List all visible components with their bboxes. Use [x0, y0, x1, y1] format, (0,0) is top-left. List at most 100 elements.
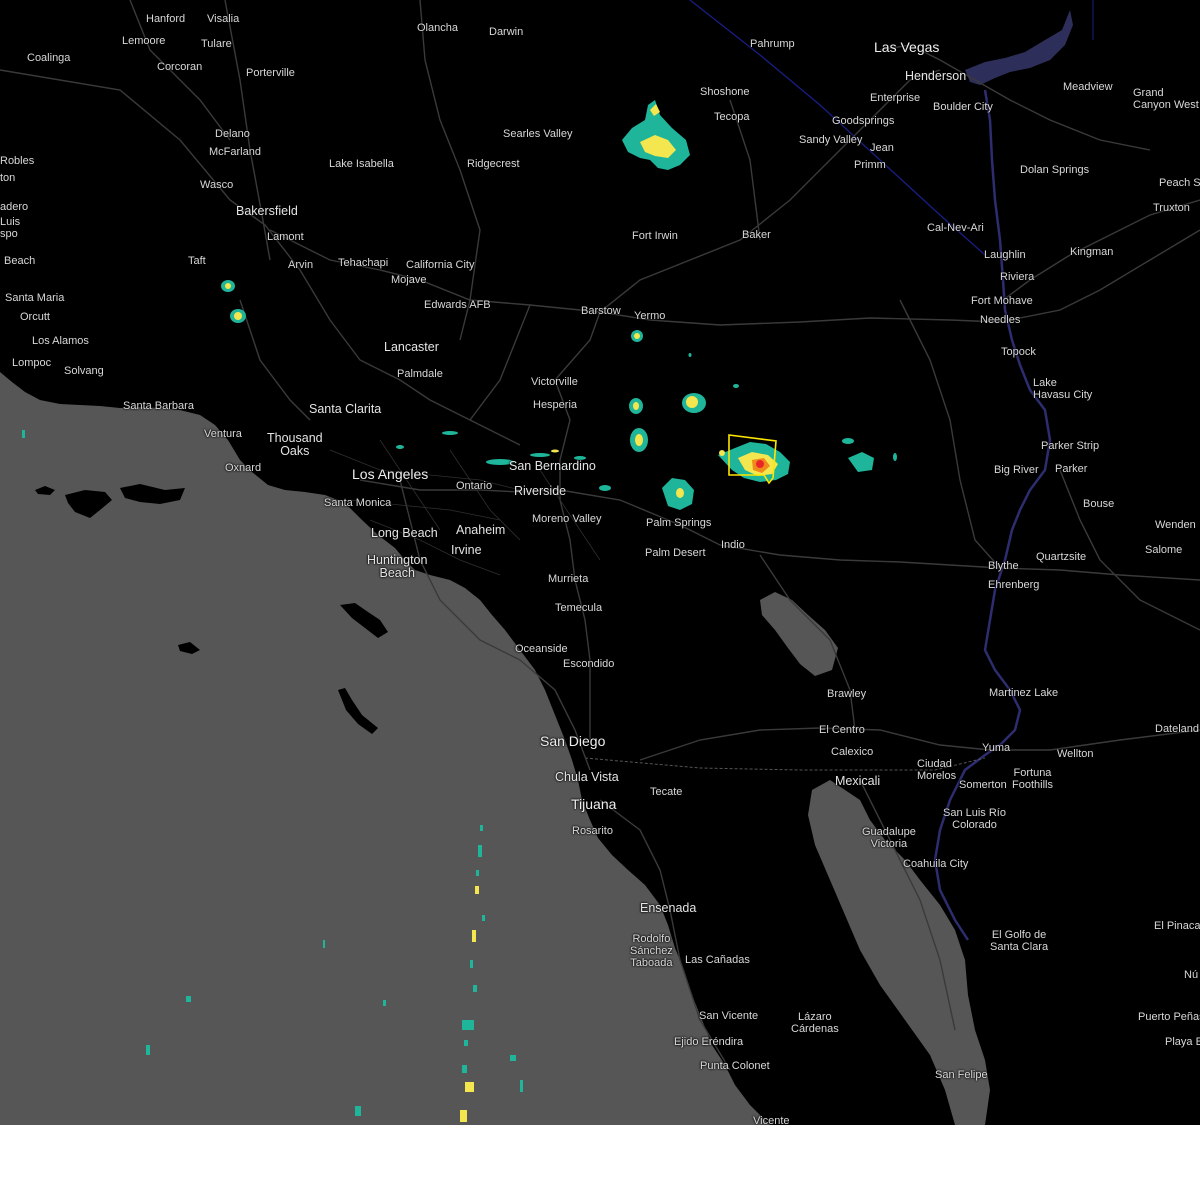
place-label: Needles	[980, 314, 1021, 326]
place-label: Dolan Springs	[1020, 164, 1090, 176]
place-label: Jean	[870, 142, 894, 154]
place-label: Nú	[1184, 969, 1199, 981]
place-label: Yermo	[634, 310, 666, 322]
place-label: Pahrump	[750, 38, 795, 50]
place-label: McFarland	[209, 146, 261, 158]
place-label: Grand Canyon West	[1133, 87, 1199, 111]
place-label: Fortuna Foothills	[1012, 767, 1053, 791]
place-label: Mojave	[391, 274, 427, 286]
place-label: Fort Irwin	[632, 230, 678, 242]
place-label: Beach	[4, 255, 36, 267]
place-label: Kingman	[1070, 246, 1114, 258]
place-label: Playa E	[1165, 1036, 1200, 1048]
place-label: ton	[0, 172, 16, 184]
place-label: San Bernardino	[509, 459, 596, 473]
place-label: San Diego	[540, 733, 606, 749]
place-label: Irvine	[451, 543, 482, 557]
place-label: Enterprise	[870, 92, 921, 104]
place-label: Yuma	[982, 742, 1011, 754]
place-label: Los Alamos	[32, 335, 89, 347]
place-label: Visalia	[207, 13, 240, 25]
place-label: Baker	[742, 229, 771, 241]
place-label: Meadview	[1063, 81, 1113, 93]
place-label: Vicente	[753, 1115, 790, 1125]
place-label: Luis spo	[0, 216, 21, 240]
place-label: Tecopa	[714, 111, 750, 123]
place-label: Hanford	[146, 13, 186, 25]
place-label: Arvin	[288, 259, 314, 271]
place-label: Hesperia	[533, 399, 578, 411]
place-label: Thousand Oaks	[267, 431, 323, 458]
place-label: Ventura	[204, 428, 242, 440]
place-label: Porterville	[246, 67, 295, 79]
place-label: Lompoc	[12, 357, 52, 369]
place-label: Victorville	[531, 376, 578, 388]
place-label: Murrieta	[548, 573, 589, 585]
place-label: Las Vegas	[874, 39, 940, 55]
place-label: Dateland	[1155, 723, 1200, 735]
place-label: Tehachapi	[338, 257, 389, 269]
place-label: Ontario	[456, 480, 493, 492]
place-label: Truxton	[1153, 202, 1190, 214]
place-label: Robles	[0, 155, 35, 167]
place-label: Wasco	[200, 179, 234, 191]
place-label: Lemoore	[122, 35, 166, 47]
place-label: Moreno Valley	[532, 513, 602, 525]
place-label: Huntington Beach	[367, 553, 428, 580]
place-label: San Luis Río Colorado	[943, 807, 1006, 831]
place-label: Corcoran	[157, 61, 203, 73]
place-label: Orcutt	[20, 311, 50, 323]
radar-map[interactable]: Hanford Visalia Lemoore Tulare Coalinga …	[0, 0, 1200, 1125]
place-label: Bakersfield	[236, 204, 298, 218]
place-label: San Vicente	[699, 1010, 759, 1022]
place-label: Big River	[994, 464, 1039, 476]
place-label: Rosarito	[572, 825, 613, 837]
place-label: Ehrenberg	[988, 579, 1040, 591]
place-label: Brawley	[827, 688, 867, 700]
place-label: Coahuila City	[903, 858, 969, 870]
place-label: Peach S	[1159, 177, 1200, 189]
place-label: Parker Strip	[1041, 440, 1100, 452]
place-label: Parker	[1055, 463, 1088, 475]
place-label: Santa Clarita	[309, 402, 382, 416]
place-label: Salome	[1145, 544, 1183, 556]
place-label: Punta Colonet	[700, 1060, 770, 1072]
place-label: Ejido Eréndira	[674, 1036, 744, 1048]
place-label: Riverside	[514, 484, 567, 498]
place-label: Long Beach	[371, 526, 438, 540]
place-label: Santa Barbara	[123, 400, 194, 412]
place-label: Lamont	[267, 231, 304, 243]
place-label: Palmdale	[397, 368, 443, 380]
place-label: Boulder City	[933, 101, 993, 113]
place-label: El Centro	[819, 724, 865, 736]
place-label: Riviera	[1000, 271, 1035, 283]
place-label: Santa Maria	[5, 292, 65, 304]
place-label: Laughlin	[984, 249, 1026, 261]
page-footer-blank	[0, 1125, 1200, 1200]
place-label: Olancha	[417, 22, 458, 34]
place-label: Indio	[721, 539, 745, 551]
map-view[interactable]: Hanford Visalia Lemoore Tulare Coalinga …	[0, 0, 1200, 1200]
place-label: Fort Mohave	[971, 295, 1033, 307]
place-label: Henderson	[905, 69, 967, 83]
place-label: Rodolfo Sánchez Taboada	[630, 933, 673, 969]
place-label: Sandy Valley	[799, 134, 863, 146]
place-label: El Golfo de Santa Clara	[990, 929, 1049, 953]
place-label: Las Cañadas	[685, 954, 750, 966]
place-label: Shoshone	[700, 86, 750, 98]
place-label: Delano	[215, 128, 250, 140]
place-label: Lancaster	[384, 340, 439, 354]
place-label: Puerto Peñas	[1138, 1011, 1200, 1023]
place-label: Tulare	[201, 38, 232, 50]
place-label: Oxnard	[225, 462, 262, 474]
place-label: Palm Desert	[645, 547, 706, 559]
place-label: San Felipe	[935, 1069, 988, 1081]
place-label: Ridgecrest	[467, 158, 520, 170]
place-label: Anaheim	[456, 523, 506, 537]
place-label: Somerton	[959, 779, 1007, 791]
place-label: Temecula	[555, 602, 603, 614]
place-label: Los Angeles	[352, 466, 429, 482]
place-label: Lázaro Cárdenas	[791, 1011, 839, 1035]
place-label: Ensenada	[640, 901, 697, 915]
place-label: Tijuana	[571, 796, 617, 812]
